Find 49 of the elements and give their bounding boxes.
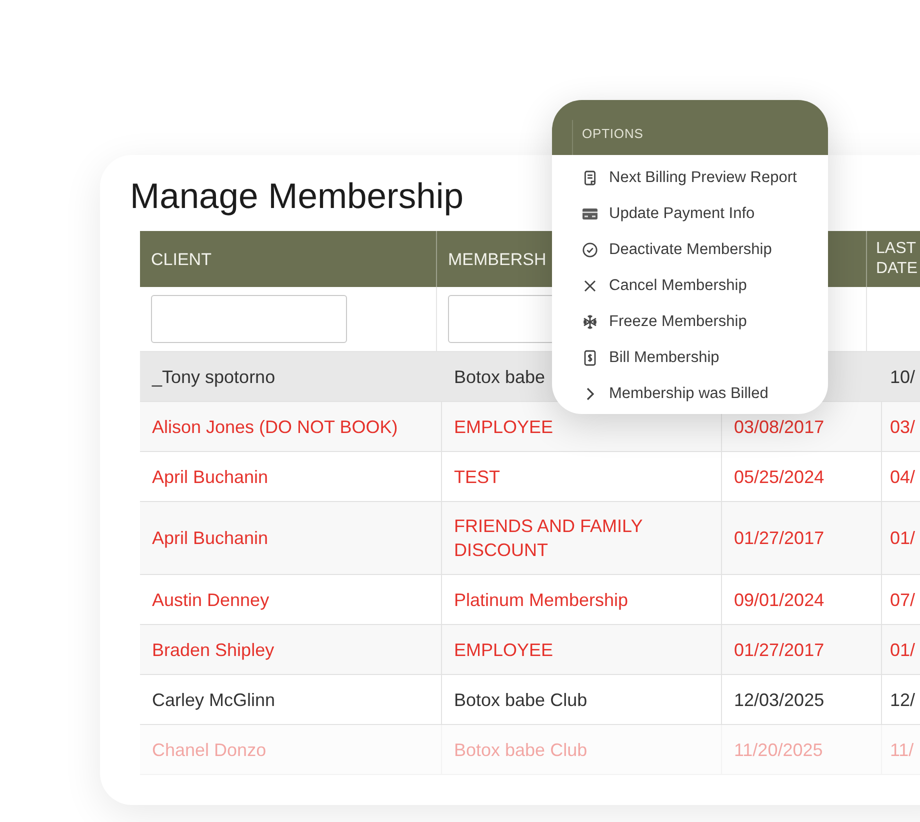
date-text: 11/20/2025	[734, 738, 823, 762]
membership-name: Botox babe Club	[454, 738, 588, 762]
date-text: 01/27/2017	[734, 527, 824, 550]
membership-name: Botox babe	[454, 366, 546, 388]
date-text: 09/01/2024	[734, 588, 824, 612]
document-icon	[582, 170, 598, 186]
table-row[interactable]: Carley McGlinn Botox babe Club 12/03/2025 12/	[140, 675, 920, 725]
membership-name: TEST	[454, 466, 500, 488]
client-name: Braden Shipley	[152, 638, 274, 662]
date-text: 12/	[890, 688, 916, 712]
column-header: LAST DATE	[876, 239, 918, 279]
client-name: April Buchanin	[152, 466, 268, 488]
date-text: 05/25/2024	[734, 466, 824, 488]
menu-item[interactable]: Freeze Membership	[552, 304, 828, 340]
client-name: April Buchanin	[152, 527, 268, 550]
date-text: 11/	[890, 738, 914, 762]
date-text: 07/	[890, 588, 916, 612]
check-circle-icon	[582, 242, 598, 258]
membership-name: EMPLOYEE	[454, 638, 554, 662]
date-text: 10/	[890, 366, 916, 388]
menu-title: OPTIONS	[582, 126, 644, 141]
client-name: Austin Denney	[152, 588, 270, 612]
membership-name: Platinum Membership	[454, 588, 628, 612]
date-text: 01/	[890, 638, 916, 662]
column-header: CLIENT	[151, 248, 212, 270]
menu-item[interactable]: Deactivate Membership	[552, 232, 828, 268]
date-text: 12/03/2025	[734, 688, 824, 712]
cross-icon	[582, 278, 598, 294]
filter-input[interactable]	[151, 295, 347, 343]
date-text: 03/	[890, 416, 916, 438]
client-name: _Tony spotorno	[152, 366, 276, 388]
membership-name: Botox babe Club	[454, 688, 588, 712]
date-text: 03/08/2017	[734, 416, 824, 438]
menu-item[interactable]: Update Payment Info	[552, 196, 828, 232]
client-name: Carley McGlinn	[152, 688, 276, 712]
date-text: 01/27/2017	[734, 638, 824, 662]
menu-item[interactable]: Cancel Membership	[552, 268, 828, 304]
date-text: 01/	[890, 527, 916, 550]
page-title: Manage Membership	[130, 176, 464, 217]
membership-name: EMPLOYEE	[454, 416, 554, 438]
client-name: Chanel Donzo	[152, 738, 266, 762]
date-text: 04/	[890, 466, 916, 488]
client-name: Alison Jones (DO NOT BOOK)	[152, 416, 398, 438]
dollar-document-icon	[582, 350, 598, 366]
menu-item[interactable]: Next Billing Preview Report	[552, 160, 828, 196]
snowflake-icon	[582, 314, 598, 330]
membership-name: FRIENDS AND FAMILY DISCOUNT	[454, 515, 644, 562]
column-header: MEMBERSH	[448, 248, 546, 270]
credit-card-icon	[582, 206, 598, 222]
